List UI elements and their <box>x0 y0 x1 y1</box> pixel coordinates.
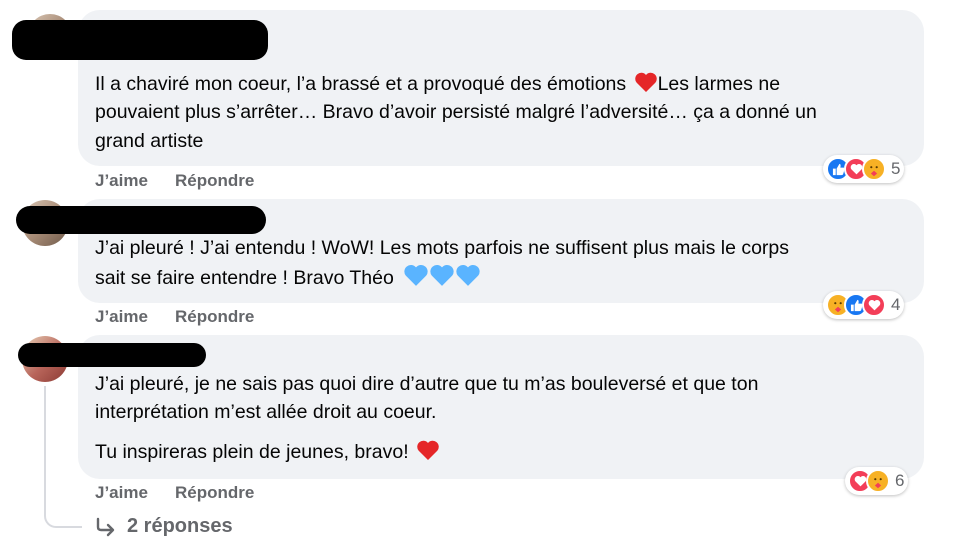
comment-2-reactions[interactable]: 4 <box>823 291 905 319</box>
care-reaction-icon <box>866 469 890 493</box>
comment-1-text-a: Il a chaviré mon coeur, l’a brassé et a … <box>95 73 627 95</box>
comment-3-author-redacted <box>18 343 206 367</box>
comment-3-reactions[interactable]: 6 <box>845 467 909 495</box>
comment-1-author-redacted <box>12 20 268 60</box>
comment-2-reply-button[interactable]: Répondre <box>175 307 254 327</box>
comment-2-author-redacted <box>16 206 266 234</box>
comment-1-reaction-count: 5 <box>891 159 901 178</box>
comment-3-reply-button[interactable]: Répondre <box>175 483 254 503</box>
comment-1-like-button[interactable]: J’aime <box>95 171 148 191</box>
comment-2-reaction-count: 4 <box>891 295 901 314</box>
comment-1-text-b: Les larmes ne <box>657 73 781 95</box>
comment-3-line-3: Tu inspireras plein de jeunes, bravo! <box>95 438 440 470</box>
comment-1-reactions[interactable]: 5 <box>823 155 905 183</box>
comment-2-like-button[interactable]: J’aime <box>95 307 148 327</box>
comment-3-like-button[interactable]: J’aime <box>95 483 148 503</box>
comment-1-line-2: pouvaient plus s’arrêter… Bravo d’avoir … <box>95 101 817 123</box>
care-reaction-icon <box>862 157 886 181</box>
blue-heart-icon <box>403 263 429 296</box>
red-heart-icon <box>416 439 440 470</box>
comment-2-text-b: sait se faire entendre ! Bravo Théo <box>95 267 394 289</box>
view-replies-label: 2 réponses <box>127 515 233 537</box>
love-reaction-icon <box>862 293 886 317</box>
comment-2-line-2: sait se faire entendre ! Bravo Théo <box>95 263 481 296</box>
blue-heart-icon <box>455 263 481 296</box>
comment-2-line-1: J’ai pleuré ! J’ai entendu ! WoW! Les mo… <box>95 237 790 259</box>
reply-arrow-icon <box>95 517 117 537</box>
view-replies-link[interactable]: 2 réponses <box>95 515 233 538</box>
comment-3-text-c: Tu inspireras plein de jeunes, bravo! <box>95 441 409 463</box>
thread-connector-line <box>44 386 82 528</box>
comment-3-reaction-count: 6 <box>895 471 905 490</box>
comment-3-line-2: interprétation m’est allée droit au coeu… <box>95 401 437 423</box>
comment-3-line-1: J’ai pleuré, je ne sais pas quoi dire d’… <box>95 373 759 395</box>
comment-1-reply-button[interactable]: Répondre <box>175 171 254 191</box>
comment-1-line-3: grand artiste <box>95 130 204 152</box>
blue-heart-icon <box>429 263 455 296</box>
